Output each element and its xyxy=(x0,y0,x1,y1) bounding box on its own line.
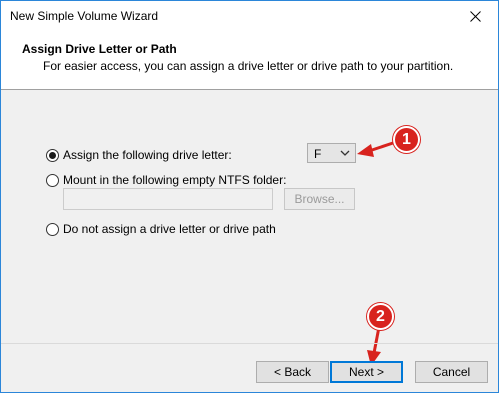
close-button[interactable] xyxy=(452,1,498,31)
browse-button-label: Browse... xyxy=(294,192,345,206)
back-button-label: < Back xyxy=(273,365,312,379)
title-bar: New Simple Volume Wizard xyxy=(1,1,498,31)
drive-letter-select[interactable]: F xyxy=(307,143,356,163)
footer-divider xyxy=(1,343,498,344)
cancel-button-label: Cancel xyxy=(432,365,471,379)
browse-button[interactable]: Browse... xyxy=(284,188,355,210)
callout-arrow-2 xyxy=(367,326,381,366)
wizard-content: Assign the following drive letter: F Mou… xyxy=(1,91,498,366)
cancel-button[interactable]: Cancel xyxy=(415,361,488,383)
back-button[interactable]: < Back xyxy=(256,361,329,383)
next-button-label: Next > xyxy=(348,365,384,379)
callout-arrow-1 xyxy=(357,140,397,157)
callout-number-2: 2 xyxy=(376,307,385,325)
drive-letter-value: F xyxy=(314,147,322,161)
assign-letter-radio[interactable] xyxy=(46,149,59,162)
next-button[interactable]: Next > xyxy=(330,361,403,383)
mount-folder-radio[interactable] xyxy=(46,174,59,187)
no-letter-label[interactable]: Do not assign a drive letter or drive pa… xyxy=(63,222,276,236)
callout-badge-1: 1 xyxy=(393,126,420,153)
page-subtitle: For easier access, you can assign a driv… xyxy=(43,59,454,73)
mount-folder-label[interactable]: Mount in the following empty NTFS folder… xyxy=(63,173,286,187)
page-title: Assign Drive Letter or Path xyxy=(22,42,177,56)
no-letter-radio[interactable] xyxy=(46,223,59,236)
callout-number-1: 1 xyxy=(402,130,411,148)
chevron-down-icon xyxy=(340,150,350,156)
callout-badge-2: 2 xyxy=(367,303,394,330)
folder-path-input[interactable] xyxy=(63,188,273,210)
close-icon xyxy=(469,10,481,22)
window-title: New Simple Volume Wizard xyxy=(10,9,159,23)
assign-letter-label[interactable]: Assign the following drive letter: xyxy=(63,148,232,162)
wizard-header: Assign Drive Letter or Path For easier a… xyxy=(1,31,498,90)
wizard-window: New Simple Volume Wizard Assign Drive Le… xyxy=(0,0,499,393)
